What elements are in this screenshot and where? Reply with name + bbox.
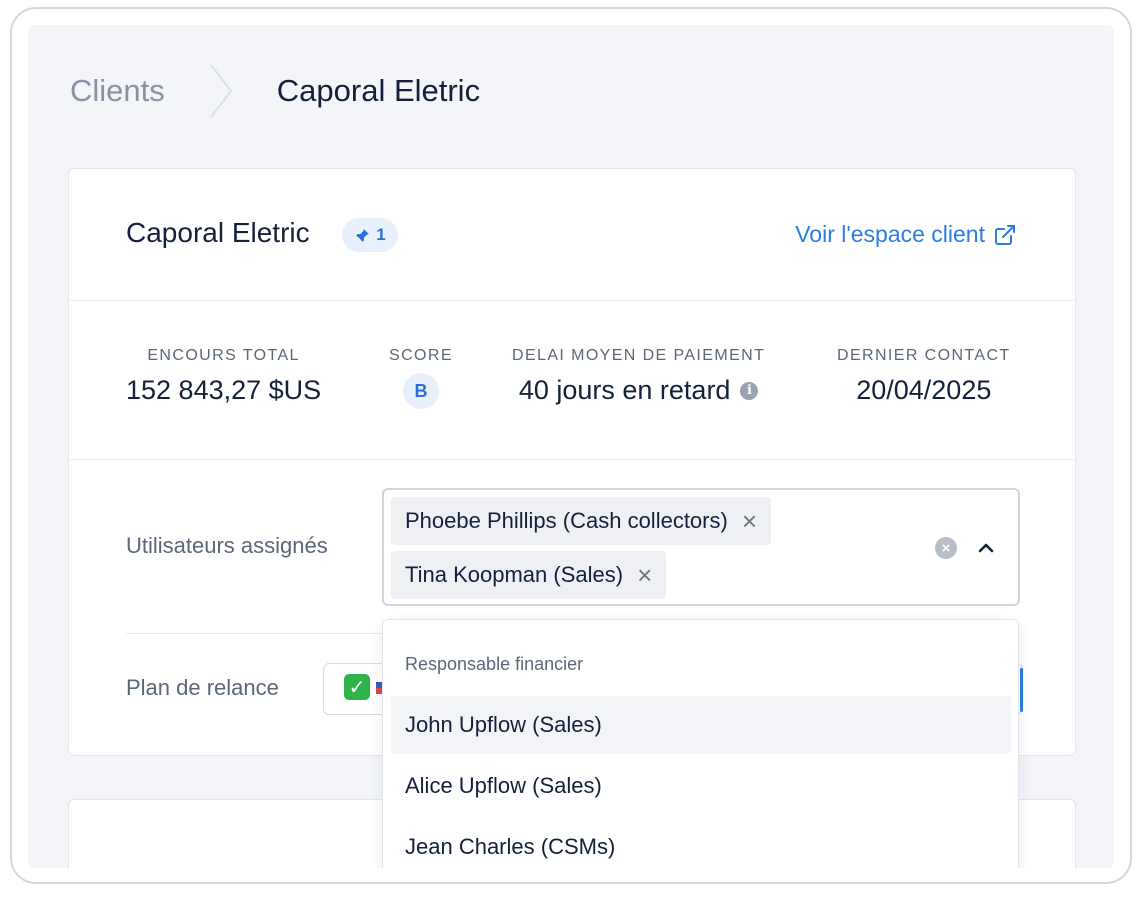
stat-last-contact: DERNIER CONTACT 20/04/2025 (837, 347, 1011, 406)
portal-link-label: Voir l'espace client (795, 221, 985, 247)
stat-outstanding: ENCOURS TOTAL 152 843,27 $US (126, 347, 321, 406)
breadcrumb-clients[interactable]: Clients (70, 73, 165, 109)
dropdown-option[interactable]: Jean Charles (CSMs) (391, 818, 1011, 868)
info-icon[interactable]: i (740, 381, 759, 400)
stat-outstanding-value: 152 843,27 $US (126, 375, 322, 405)
dunning-plan-label: Plan de relance (126, 675, 279, 700)
remove-chip-icon[interactable]: × (742, 508, 757, 534)
assigned-users-dropdown: Responsable financier John Upflow (Sales… (382, 619, 1019, 868)
card-header: Caporal Eletric 1 Voir l'espace client (69, 169, 1075, 301)
pin-count: 1 (376, 225, 386, 244)
stat-score-label: SCORE (389, 347, 453, 364)
assigned-users-select[interactable]: Phoebe Phillips (Cash collectors) × Tina… (382, 488, 1020, 606)
stat-last-contact-value: 20/04/2025 (856, 375, 992, 405)
breadcrumb: Clients Caporal Eletric (70, 64, 481, 118)
dropdown-group-label: Responsable financier (405, 654, 584, 674)
client-name: Caporal Eletric (126, 217, 310, 248)
chevron-up-icon[interactable] (974, 536, 998, 560)
stat-last-contact-label: DERNIER CONTACT (837, 347, 1011, 364)
stat-avg-delay-value: 40 jours en retard i (512, 375, 765, 406)
dropdown-option[interactable]: Alice Upflow (Sales) (391, 757, 1011, 815)
external-link-icon (995, 224, 1015, 245)
assigned-user-chip: Phoebe Phillips (Cash collectors) × (391, 497, 772, 545)
page-canvas: Clients Caporal Eletric Caporal Eletric … (28, 25, 1114, 868)
breadcrumb-separator-icon (209, 64, 233, 118)
score-badge: B (402, 373, 439, 409)
stats-row: ENCOURS TOTAL 152 843,27 $US SCORE B DEL… (69, 302, 1075, 460)
pin-icon (356, 228, 370, 242)
focus-indicator (1020, 668, 1023, 712)
pin-badge[interactable]: 1 (342, 218, 398, 252)
stat-avg-delay: DELAI MOYEN DE PAIEMENT 40 jours en reta… (512, 347, 765, 406)
stat-avg-delay-label: DELAI MOYEN DE PAIEMENT (512, 347, 766, 364)
assigned-user-chip: Tina Koopman (Sales) × (391, 551, 667, 599)
stat-score: SCORE B (389, 347, 453, 409)
clear-selection-icon[interactable]: × (935, 537, 957, 559)
assigned-users-label: Utilisateurs assignés (126, 533, 328, 558)
check-mark-icon: ✓ (344, 674, 370, 700)
remove-chip-icon[interactable]: × (637, 562, 652, 588)
view-client-portal-link[interactable]: Voir l'espace client (795, 221, 1017, 248)
avg-delay-text: 40 jours en retard (518, 375, 731, 405)
stat-outstanding-label: ENCOURS TOTAL (147, 347, 300, 364)
chip-label: Tina Koopman (Sales) (405, 562, 624, 587)
breadcrumb-current: Caporal Eletric (276, 73, 481, 108)
chip-label: Phoebe Phillips (Cash collectors) (405, 508, 728, 533)
app-frame: Clients Caporal Eletric Caporal Eletric … (10, 7, 1132, 884)
dropdown-option[interactable]: John Upflow (Sales) (391, 696, 1011, 754)
